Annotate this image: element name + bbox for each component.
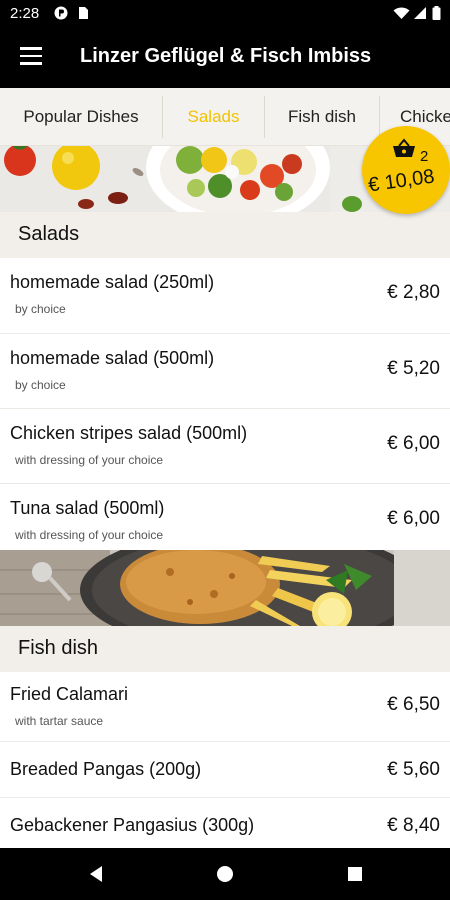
section-title: Salads (18, 223, 80, 245)
menu-item[interactable]: Breaded Pangas (200g) € 5,60 (0, 742, 450, 798)
recents-icon[interactable] (343, 862, 367, 886)
hamburger-menu-icon[interactable] (20, 47, 42, 67)
system-nav-bar (0, 848, 450, 900)
cart-item-count: 2 (420, 148, 429, 165)
item-name: Chicken stripes salad (500ml) (10, 423, 248, 443)
cart-button[interactable]: 2 € 10,08 (362, 126, 450, 214)
menu-item[interactable]: Fried Calamari with tartar sauce € 6,50 (0, 672, 450, 742)
item-name: Tuna salad (500ml) (10, 498, 165, 518)
item-description: by choice (15, 302, 66, 316)
status-time: 2:28 (10, 5, 40, 22)
back-icon[interactable] (84, 862, 108, 886)
item-name: Gebackener Pangasius (300g) (10, 815, 255, 835)
item-description: with tartar sauce (15, 714, 104, 728)
app-title: Linzer Geflügel & Fisch Imbiss (80, 45, 372, 67)
section-title: Fish dish (18, 637, 99, 659)
battery-icon (432, 6, 441, 20)
item-description: with dressing of your choice (15, 453, 164, 467)
menu-item[interactable]: homemade salad (250ml) by choice € 2,80 (0, 258, 450, 334)
item-description: by choice (15, 378, 66, 392)
item-price: € 5,60 (387, 759, 440, 780)
cart-total: € 10,08 (366, 165, 436, 197)
menu-list[interactable]: Salads homemade salad (250ml) by choice … (0, 146, 450, 848)
notification-icon (54, 6, 68, 20)
sim-card-icon (79, 7, 88, 19)
fish-banner-image (0, 550, 450, 626)
item-price: € 2,80 (387, 282, 440, 303)
menu-item[interactable]: Chicken stripes salad (500ml) with dress… (0, 409, 450, 484)
signal-icon (414, 7, 426, 19)
item-price: € 6,00 (387, 433, 440, 454)
tab-fish-dish[interactable]: Fish dish (265, 88, 379, 145)
tab-popular-dishes[interactable]: Popular Dishes (0, 88, 162, 145)
status-bar: 2:28 (0, 0, 450, 28)
wifi-icon (393, 7, 410, 20)
menu-item[interactable]: homemade salad (500ml) by choice € 5,20 (0, 334, 450, 409)
item-price: € 6,00 (387, 508, 440, 529)
item-name: homemade salad (250ml) (10, 272, 215, 292)
item-price: € 5,20 (387, 358, 440, 379)
menu-item[interactable]: Tuna salad (500ml) with dressing of your… (0, 484, 450, 550)
section-header-fish-dish: Fish dish (0, 626, 450, 672)
tab-salads[interactable]: Salads (163, 88, 264, 145)
item-price: € 8,40 (387, 815, 440, 836)
home-icon[interactable] (213, 862, 237, 886)
section-header-salads: Salads (0, 212, 450, 258)
app-bar: Linzer Geflügel & Fisch Imbiss (0, 28, 450, 88)
item-name: Breaded Pangas (200g) (10, 759, 202, 779)
item-price: € 6,50 (387, 694, 440, 715)
item-name: homemade salad (500ml) (10, 348, 215, 368)
item-name: Fried Calamari (10, 684, 129, 704)
menu-item[interactable]: Gebackener Pangasius (300g) € 8,40 (0, 798, 450, 848)
item-description: with dressing of your choice (15, 528, 164, 542)
shopping-basket-icon (393, 138, 415, 157)
